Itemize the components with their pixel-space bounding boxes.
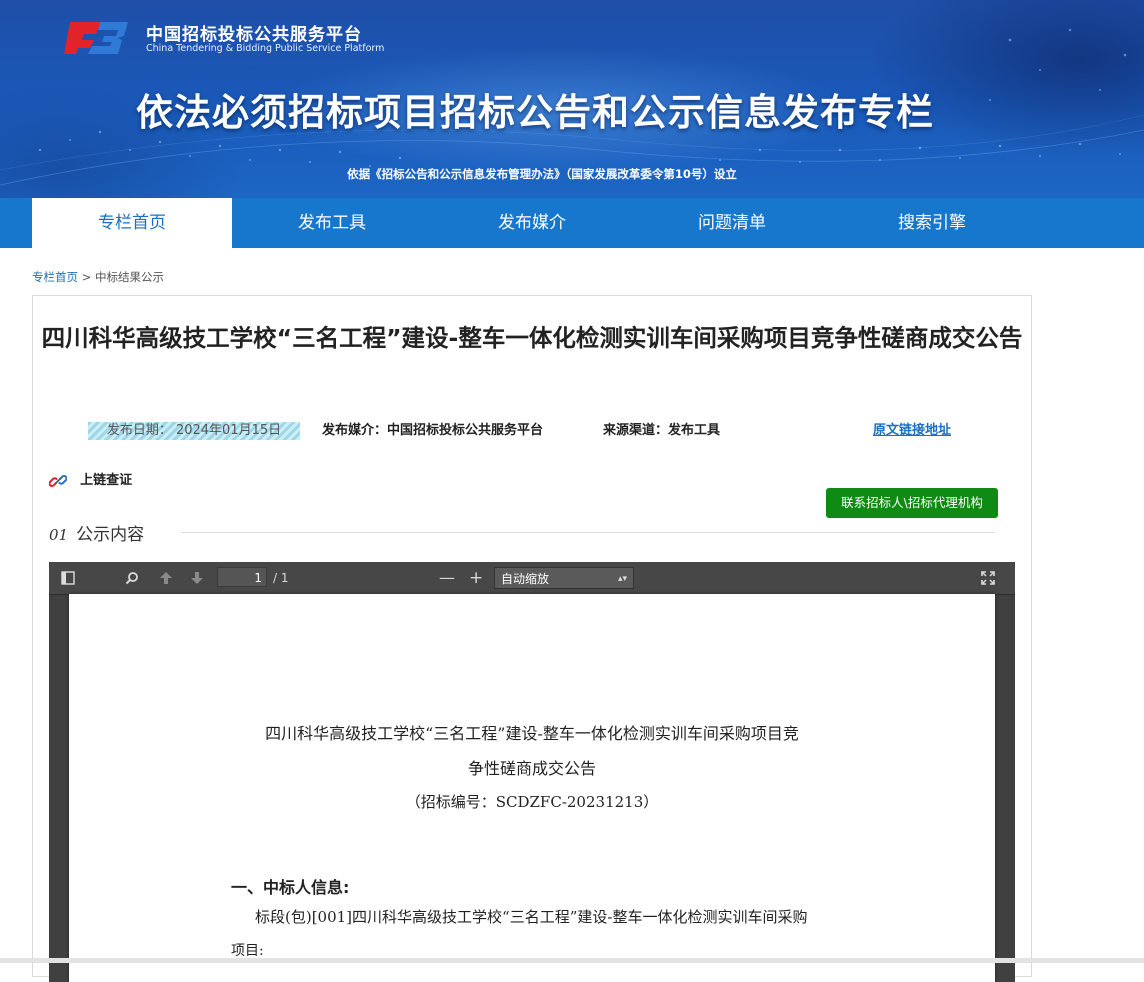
original-link[interactable]: 原文链接地址 — [873, 422, 951, 440]
banner-subtitle: 依据《招标公告和公示信息发布管理办法》（国家发展改革委令第10号）设立 — [347, 167, 737, 181]
zoom-select-value: 自动缩放 — [501, 572, 550, 586]
main-nav: 专栏首页 发布工具 发布媒介 问题清单 搜索引擎 — [0, 198, 1144, 248]
chain-link-icon — [48, 474, 68, 487]
section-divider — [181, 532, 995, 533]
doc-paragraph: 标段(包)[001]四川科华高级技工学校“三名工程”建设-整车一体化检测实训车间… — [255, 908, 808, 926]
page-total: / 1 — [273, 571, 289, 585]
section-label: 公示内容 — [76, 525, 145, 545]
pdf-toolbar: 1 / 1 — + 自动缩放 ▴▾ — [49, 562, 1015, 595]
breadcrumb-separator: > — [78, 270, 95, 284]
article-title: 四川科华高级技工学校“三名工程”建设-整车一体化检测实训车间采购项目竞争性磋商成… — [41, 324, 1023, 352]
pdf-viewer: 1 / 1 — + 自动缩放 ▴▾ 四川科华高级技工学校“三名工程”建设-整车一… — [49, 562, 1015, 982]
nav-item-search-engine[interactable]: 搜索引擎 — [832, 198, 1032, 248]
arrow-up-icon — [160, 572, 172, 584]
fullscreen-icon — [981, 571, 995, 585]
page-number-input[interactable]: 1 — [217, 567, 267, 587]
section-number: 01 — [49, 526, 69, 544]
header-banner: 中国招标投标公共服务平台 China Tendering & Bidding P… — [0, 0, 1144, 198]
next-page-button[interactable] — [190, 562, 204, 594]
brand-name-cn: 中国招标投标公共服务平台 — [146, 25, 362, 45]
arrow-down-icon — [191, 572, 203, 584]
banner-title: 依法必须招标项目招标公告和公示信息发布专栏 — [136, 91, 934, 134]
select-arrows-icon: ▴▾ — [617, 574, 627, 584]
search-icon — [125, 572, 138, 585]
nav-item-publish-media[interactable]: 发布媒介 — [432, 198, 632, 248]
pdf-page: 四川科华高级技工学校“三名工程”建设-整车一体化检测实训车间采购项目竞 争性磋商… — [69, 594, 995, 982]
zoom-out-button[interactable]: — — [439, 562, 455, 594]
publish-media: 发布媒介：中国招标投标公共服务平台 — [322, 423, 544, 438]
breadcrumb-home-link[interactable]: 专栏首页 — [32, 270, 78, 284]
nav-item-home[interactable]: 专栏首页 — [32, 198, 232, 248]
contact-tenderer-button[interactable]: 联系招标人\招标代理机构 — [826, 488, 998, 518]
chain-verify[interactable]: 上链查证 — [48, 470, 133, 490]
nav-item-faq-list[interactable]: 问题清单 — [632, 198, 832, 248]
breadcrumb: 专栏首页 > 中标结果公示 — [32, 269, 164, 285]
brand-name-en: China Tendering & Bidding Public Service… — [146, 43, 385, 54]
window-bottom-edge — [0, 958, 1144, 963]
source-channel: 来源渠道：发布工具 — [603, 423, 721, 438]
article-container: 四川科华高级技工学校“三名工程”建设-整车一体化检测实训车间采购项目竞争性磋商成… — [32, 295, 1032, 982]
doc-title-line1: 四川科华高级技工学校“三名工程”建设-整车一体化检测实训车间采购项目竞 — [265, 724, 799, 743]
doc-title-line2: 争性磋商成交公告 — [467, 759, 596, 778]
doc-title: 四川科华高级技工学校“三名工程”建设-整车一体化检测实训车间采购项目竞 争性磋商… — [69, 716, 995, 786]
doc-section-heading: 一、中标人信息: — [231, 878, 350, 897]
publish-date: 发布日期： 2024年01月15日 — [88, 422, 300, 440]
chain-verify-label: 上链查证 — [80, 472, 133, 488]
breadcrumb-current: 中标结果公示 — [94, 270, 164, 284]
presentation-mode-button[interactable] — [981, 562, 995, 594]
zoom-in-button[interactable]: + — [469, 562, 483, 594]
nav-item-publish-tool[interactable]: 发布工具 — [232, 198, 432, 248]
find-button[interactable] — [125, 562, 139, 594]
previous-page-button[interactable] — [159, 562, 173, 594]
zoom-select[interactable]: 自动缩放 ▴▾ — [494, 567, 634, 589]
sidebar-toggle-icon — [61, 571, 75, 585]
sidebar-toggle-button[interactable] — [61, 562, 75, 594]
platform-logo-icon — [64, 22, 128, 54]
section-header: 01 公示内容 — [49, 520, 144, 545]
doc-tender-code: （招标编号：SCDZFC-20231213） — [405, 793, 659, 811]
doc-paragraph-continued: 项目: — [231, 943, 264, 959]
